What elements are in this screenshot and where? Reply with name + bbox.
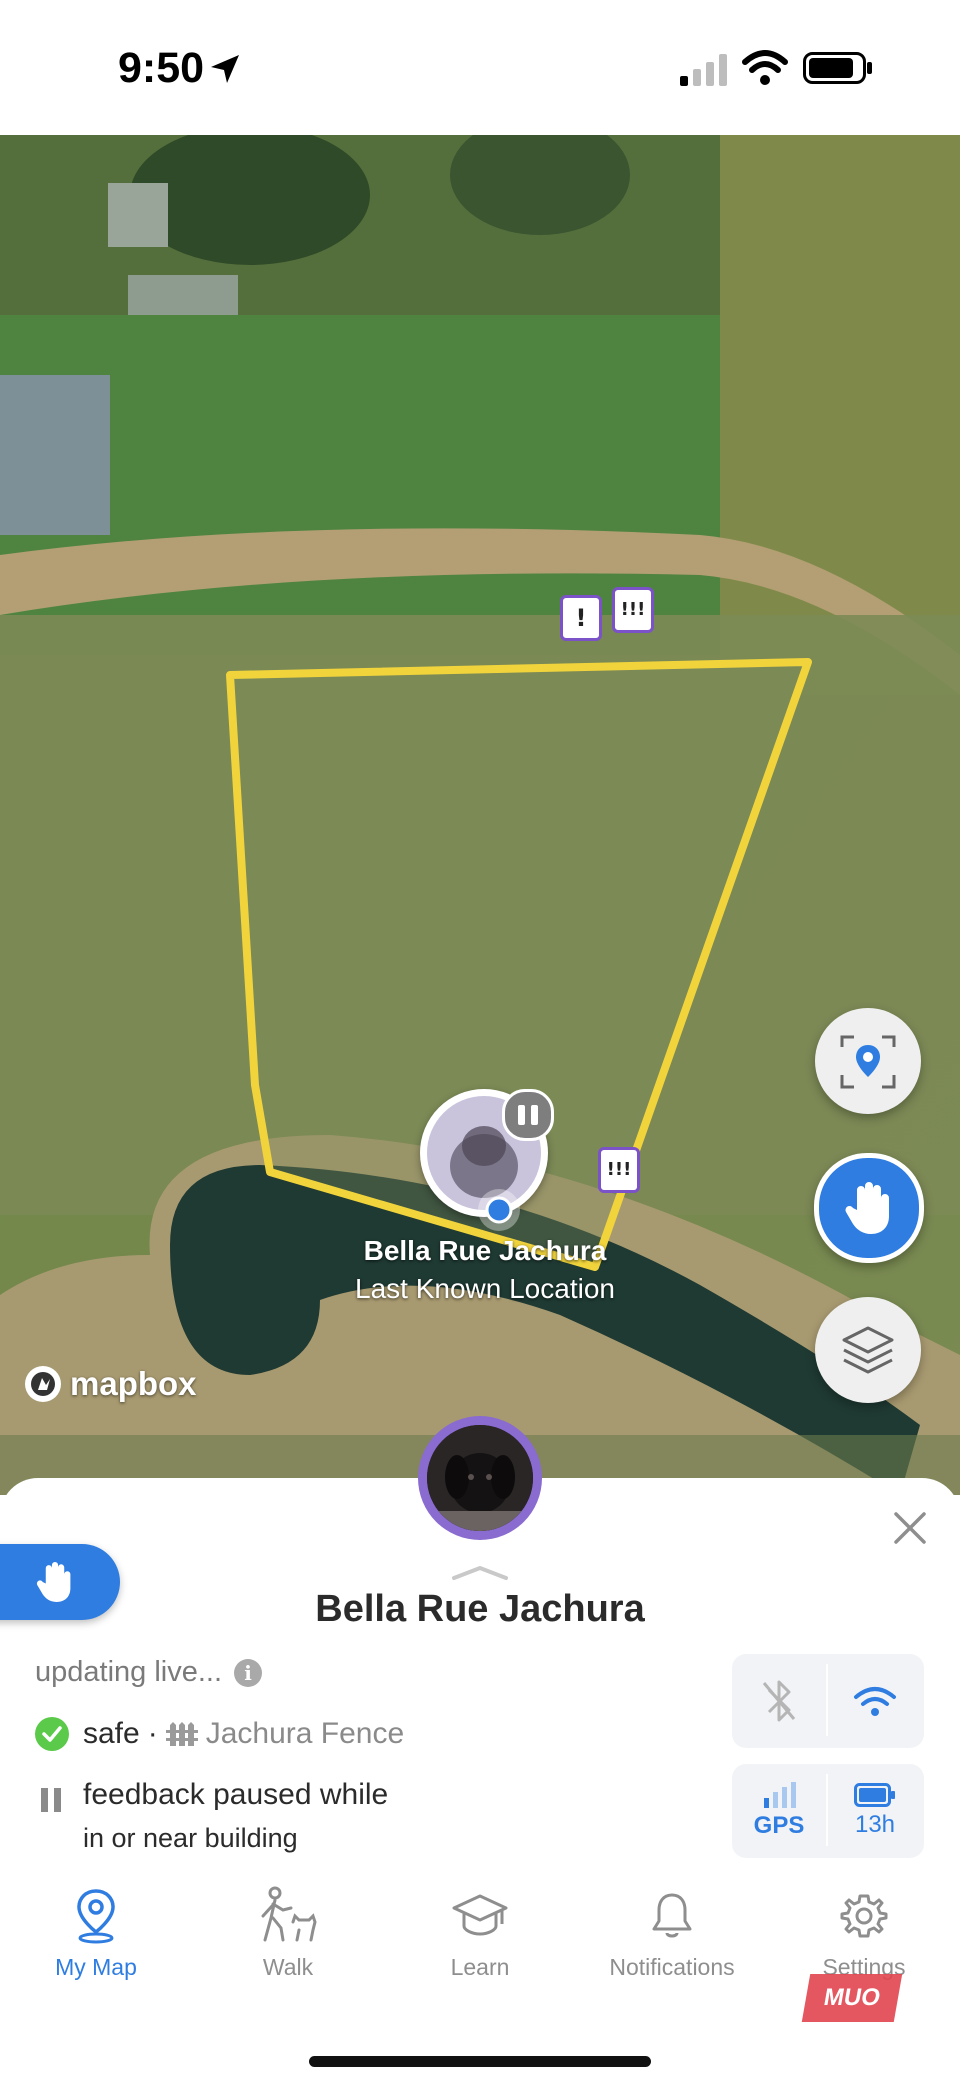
- cellular-signal-icon: [680, 54, 727, 86]
- gear-icon: [840, 1894, 888, 1938]
- paused-text-line2: in or near building: [83, 1823, 298, 1853]
- focus-location-button[interactable]: [815, 1008, 921, 1114]
- tab-my-map[interactable]: My Map: [0, 1880, 192, 1981]
- device-status-tile[interactable]: GPS 13h: [732, 1764, 924, 1858]
- hand-stop-icon: [36, 1562, 71, 1602]
- bluetooth-off-icon: [762, 1680, 796, 1722]
- pet-label-name: Bella Rue Jachura: [363, 1235, 607, 1266]
- pet-name-title: Bella Rue Jachura: [315, 1588, 645, 1630]
- pet-map-label: Bella Rue Jachura Last Known Location: [330, 1235, 640, 1305]
- pet-avatar[interactable]: [418, 1416, 542, 1540]
- status-time: 9:50: [118, 44, 205, 92]
- bell-icon: [652, 1893, 692, 1938]
- tab-label: My Map: [55, 1954, 137, 1980]
- tab-notifications[interactable]: Notifications: [576, 1880, 768, 1981]
- mapbox-logo-icon: [25, 1366, 61, 1402]
- layers-icon: [842, 1326, 894, 1374]
- fence-icon: [165, 1722, 198, 1746]
- mapbox-label: mapbox: [70, 1365, 197, 1402]
- gps-label: GPS: [753, 1812, 805, 1839]
- walk-icon: [261, 1886, 317, 1942]
- gps-status: GPS: [732, 1764, 826, 1858]
- tab-settings[interactable]: Settings: [768, 1880, 960, 1981]
- tab-label: Learn: [450, 1954, 510, 1980]
- mapbox-attribution[interactable]: mapbox: [22, 1363, 197, 1405]
- fence-name[interactable]: Jachura Fence: [206, 1717, 404, 1751]
- graduation-cap-icon: [452, 1894, 508, 1936]
- sheet-drag-handle[interactable]: [450, 1562, 510, 1582]
- pet-avatar-photo: [427, 1425, 533, 1531]
- home-indicator[interactable]: [309, 2056, 651, 2067]
- stop-pet-button[interactable]: [814, 1153, 924, 1263]
- map-pin-icon: [77, 1889, 115, 1944]
- pause-icon: [502, 1089, 554, 1141]
- close-icon[interactable]: [892, 1510, 928, 1546]
- tab-learn[interactable]: Learn: [384, 1880, 576, 1981]
- map-layers-button[interactable]: [815, 1297, 921, 1403]
- wifi-status: [828, 1654, 922, 1748]
- focus-pin-icon: [840, 1035, 896, 1089]
- bluetooth-status: [732, 1654, 826, 1748]
- wifi-icon: [742, 50, 788, 85]
- tab-walk[interactable]: Walk: [192, 1880, 384, 1981]
- alert-pin[interactable]: !: [560, 595, 602, 641]
- separator-dot: ·: [147, 1717, 158, 1750]
- connectivity-tile[interactable]: [732, 1654, 924, 1748]
- safe-status: safe: [83, 1717, 140, 1750]
- pet-label-status: Last Known Location: [355, 1273, 615, 1304]
- info-icon[interactable]: i: [234, 1658, 263, 1687]
- pause-icon: [41, 1788, 67, 1812]
- stop-pet-tab-button[interactable]: [0, 1544, 120, 1620]
- satellite-map[interactable]: ! !!! !!! Bella Rue Jachura Last Known L…: [0, 135, 960, 1495]
- gps-signal-icon: [764, 1782, 796, 1808]
- watermark-logo: MUO: [801, 1974, 903, 2022]
- safety-status-row: safe · Jachura Fence: [35, 1717, 404, 1751]
- battery-icon: [803, 52, 872, 84]
- alert-pin[interactable]: !!!: [612, 587, 654, 633]
- status-bar: 9:50: [0, 0, 960, 135]
- checkmark-icon: [35, 1717, 69, 1751]
- tab-label: Walk: [262, 1954, 314, 1980]
- location-dot-icon: [478, 1189, 520, 1231]
- live-update-status: updating live... i: [35, 1656, 263, 1689]
- paused-text-line1: feedback paused while: [83, 1778, 389, 1811]
- location-arrow-icon: [211, 55, 239, 83]
- battery-label: 13h: [854, 1811, 896, 1838]
- alert-pin[interactable]: !!!: [598, 1147, 640, 1193]
- hand-stop-icon: [845, 1182, 889, 1234]
- battery-icon: [854, 1783, 895, 1807]
- battery-status: 13h: [828, 1764, 922, 1858]
- updating-text: updating live...: [35, 1656, 223, 1688]
- tab-label: Notifications: [609, 1954, 735, 1980]
- wifi-icon: [854, 1687, 896, 1716]
